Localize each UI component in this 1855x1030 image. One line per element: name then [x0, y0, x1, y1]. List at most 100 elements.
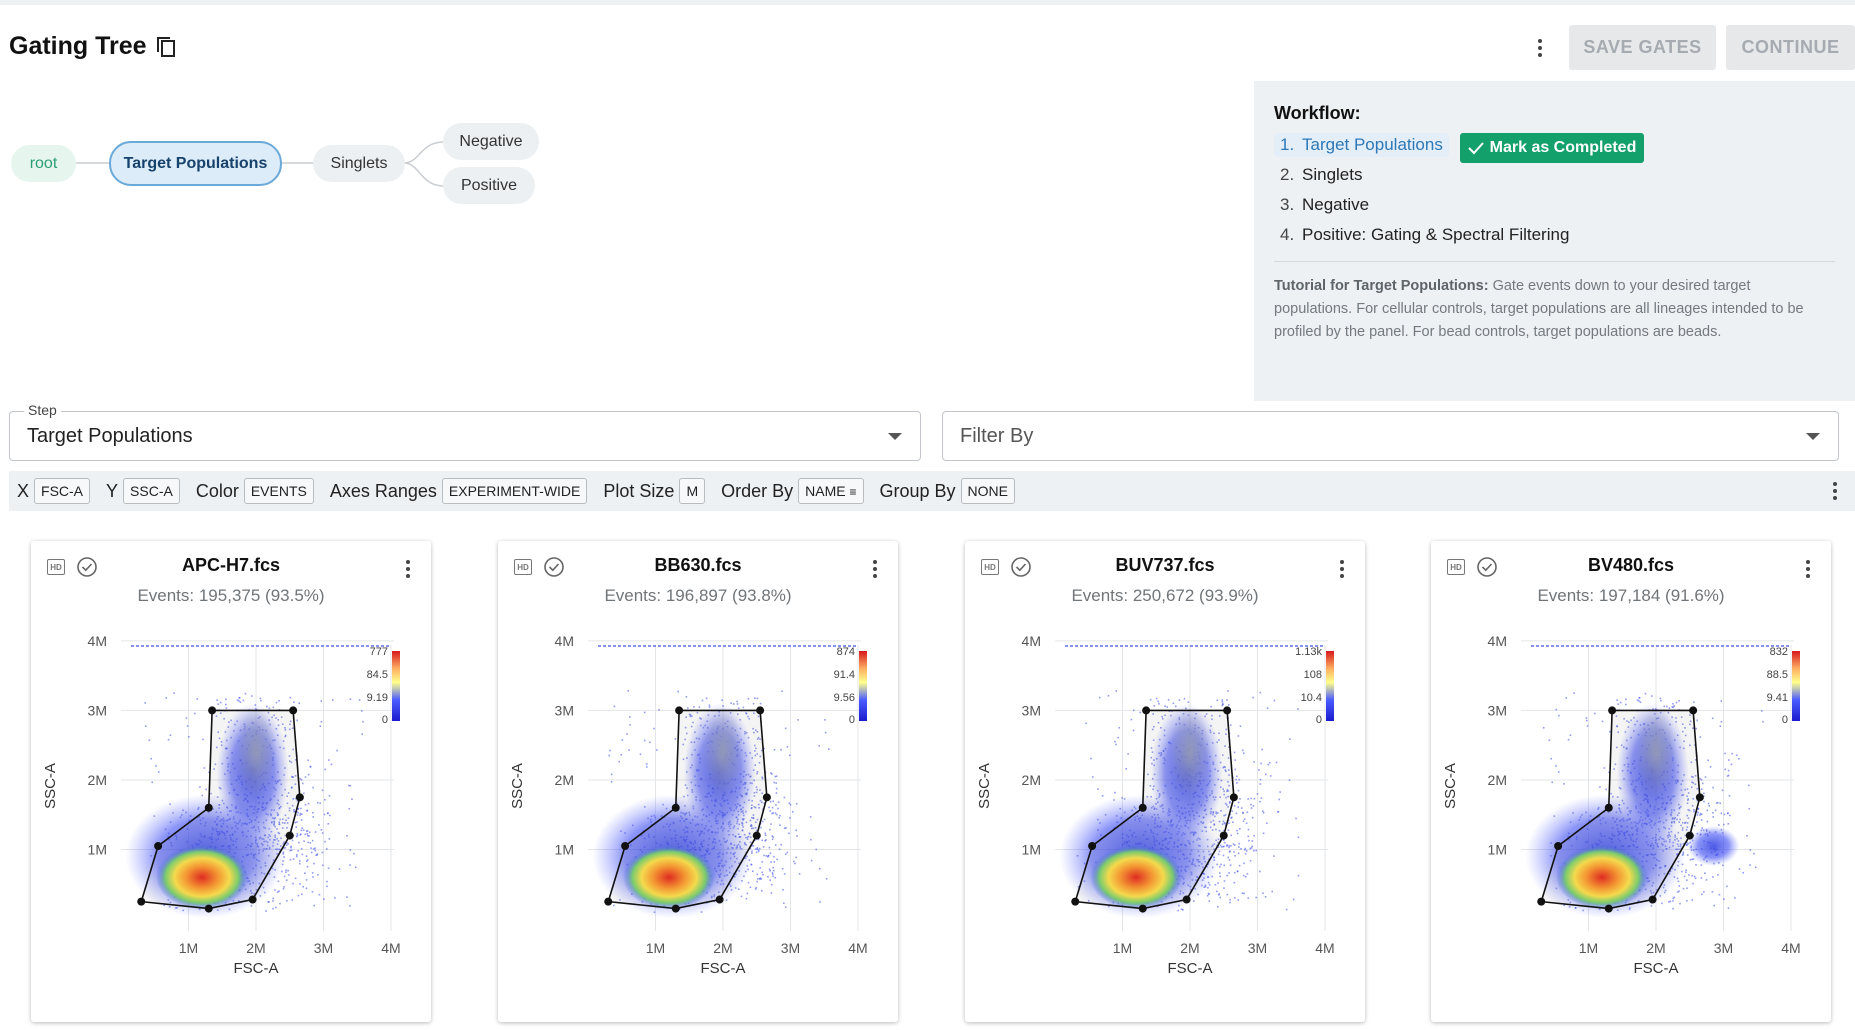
event-dot: [788, 832, 790, 835]
event-dot: [1277, 810, 1279, 813]
plot-card-more-icon[interactable]: [863, 555, 887, 583]
event-dot: [1727, 907, 1730, 910]
event-dot: [1724, 752, 1726, 755]
color-chip[interactable]: EVENTS: [243, 478, 314, 504]
x-tick-label: 3M: [781, 940, 800, 956]
event-dot: [1262, 832, 1265, 835]
y-tick-label: 4M: [555, 633, 574, 649]
y-tick-label: 4M: [1488, 633, 1507, 649]
event-dot: [793, 860, 795, 863]
save-gates-button[interactable]: SAVE GATES: [1569, 25, 1716, 70]
event-dot: [775, 813, 778, 816]
y-axis-chip[interactable]: SSC-A: [123, 478, 180, 504]
event-dot: [272, 900, 274, 902]
event-dot: [1117, 736, 1119, 739]
event-dot: [1672, 897, 1675, 900]
event-dot: [658, 709, 660, 711]
event-dot: [287, 869, 289, 872]
event-dot: [1259, 778, 1262, 781]
plot-size-chip[interactable]: M: [679, 478, 706, 504]
event-dot: [732, 703, 735, 705]
event-dot: [301, 853, 304, 856]
event-dot: [1231, 810, 1233, 812]
event-dot: [1090, 757, 1092, 760]
event-dot: [693, 706, 695, 708]
axes-ranges-chip[interactable]: EXPERIMENT-WIDE: [441, 478, 588, 504]
event-dot: [1132, 729, 1135, 732]
gate-vertex: [621, 842, 630, 850]
plot-card-more-icon[interactable]: [396, 555, 420, 583]
plot-card-events: Events: 250,672 (93.9%): [1071, 586, 1259, 605]
tree-node-root[interactable]: root: [11, 145, 76, 182]
order-by-chip[interactable]: NAME ≡: [798, 478, 864, 504]
event-dot: [1236, 832, 1239, 835]
event-dot: [1558, 714, 1560, 717]
y-axis-title: SSC-A: [509, 763, 526, 809]
tree-node-positive[interactable]: Positive: [443, 167, 535, 204]
plot-card-more-icon[interactable]: [1330, 555, 1354, 583]
event-dot: [1223, 864, 1226, 867]
color-scale-label: 9.56: [834, 692, 855, 704]
plot-card[interactable]: HD BV480.fcs Events: 197,184 (91.6%) 1M 2M 3M…: [1431, 541, 1831, 1022]
event-dot: [1695, 864, 1697, 866]
scatter-plot[interactable]: 1M 2M 3M 4M 4M 3M 2M 1M FSC-A SSC-A 874 91.4 9.56 0: [498, 631, 898, 1016]
scatter-plot[interactable]: 1M 2M 3M 4M 4M 3M 2M 1M FSC-A SSC-A 777 84.5 9.19 0: [31, 631, 431, 1016]
mark-as-completed-button[interactable]: Mark as Completed: [1460, 133, 1644, 163]
workflow-step-num: 3.: [1280, 195, 1295, 214]
workflow-step-2[interactable]: 2. Singlets: [1280, 165, 1362, 185]
copy-icon[interactable]: [155, 35, 177, 59]
event-dot: [1223, 887, 1225, 889]
event-dot: [795, 856, 797, 859]
tree-node-singlets[interactable]: Singlets: [313, 145, 405, 182]
event-dot: [1242, 752, 1245, 754]
event-dot: [259, 697, 262, 700]
event-dot: [795, 829, 798, 832]
group-by-chip[interactable]: NONE: [960, 478, 1015, 504]
tree-node-target-populations[interactable]: Target Populations: [109, 141, 282, 186]
gate-vertex: [1695, 793, 1704, 802]
event-dot: [1218, 865, 1221, 868]
event-dot: [1668, 901, 1670, 903]
event-dot: [779, 824, 781, 826]
plot-card[interactable]: HD BUV737.fcs Events: 250,672 (93.9%) 1M 2M 3…: [965, 541, 1365, 1022]
event-dot: [165, 697, 168, 699]
gate-vertex: [204, 904, 213, 913]
toolbar-more-icon[interactable]: [1823, 477, 1847, 505]
continue-button[interactable]: CONTINUE: [1726, 25, 1855, 70]
event-dot: [1555, 765, 1557, 767]
event-dot: [321, 851, 324, 854]
event-dot: [1267, 763, 1270, 766]
event-dot: [288, 874, 290, 876]
scatter-plot[interactable]: 1M 2M 3M 4M 4M 3M 2M 1M FSC-A SSC-A 832 88.5 9.41 0: [1431, 631, 1831, 1016]
event-dot: [167, 738, 170, 741]
plot-card[interactable]: HD APC-H7.fcs Events: 195,375 (93.5%) 1M 2M 3…: [31, 541, 431, 1022]
event-dot: [1746, 834, 1748, 837]
event-dot: [309, 765, 312, 768]
event-dot: [769, 879, 772, 882]
workflow-step-3[interactable]: 3. Negative: [1280, 195, 1369, 215]
event-dot: [1273, 855, 1275, 857]
header-more-icon[interactable]: [1528, 34, 1552, 62]
filter-by-select[interactable]: Filter By: [942, 411, 1839, 461]
plot-card[interactable]: HD BB630.fcs Events: 196,897 (93.8%) 1M 2M 3M…: [498, 541, 898, 1022]
color-scale: 1.13k 108 10.4 0: [1295, 646, 1334, 726]
scatter-plot[interactable]: 1M 2M 3M 4M 4M 3M 2M 1M FSC-A SSC-A 1.13k 108 10.4 0: [965, 631, 1365, 1016]
event-dot: [1233, 897, 1236, 899]
event-dot: [265, 910, 267, 912]
event-dot: [1719, 725, 1722, 728]
plot-card-more-icon[interactable]: [1796, 555, 1820, 583]
event-dot: [1226, 874, 1228, 877]
event-dot: [740, 895, 743, 898]
event-dot: [1252, 696, 1254, 699]
workflow-step-4[interactable]: 4. Positive: Gating & Spectral Filtering: [1280, 225, 1569, 245]
event-dot: [321, 864, 324, 867]
tree-node-negative[interactable]: Negative: [443, 123, 539, 160]
x-axis-chip[interactable]: FSC-A: [34, 478, 91, 504]
event-dot: [620, 753, 623, 756]
event-dot: [294, 821, 297, 824]
event-dot: [312, 811, 314, 814]
event-dot: [260, 699, 262, 702]
workflow-step-1[interactable]: 1. Target Populations: [1274, 133, 1449, 157]
event-dot: [819, 901, 821, 903]
step-select[interactable]: Step Target Populations: [9, 402, 921, 461]
